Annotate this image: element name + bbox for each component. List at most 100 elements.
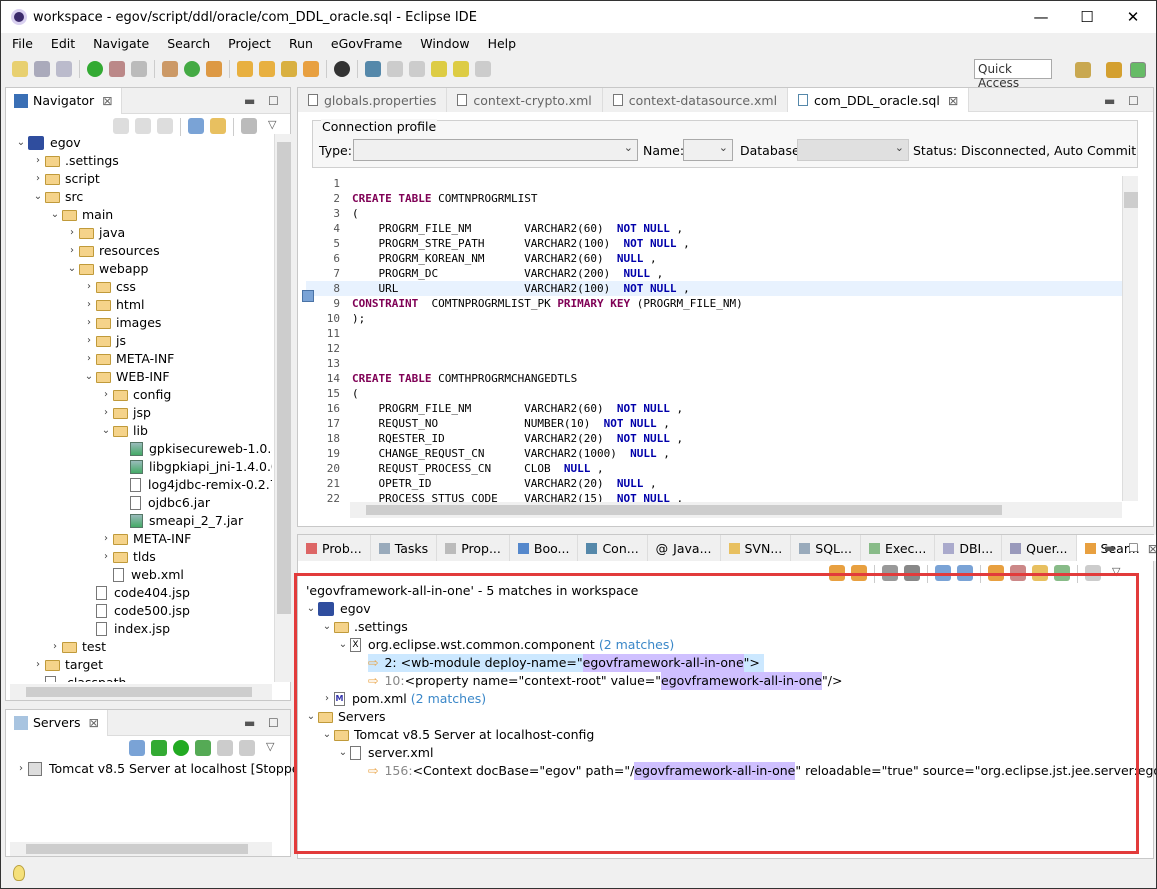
menu-search[interactable]: Search: [156, 36, 217, 51]
tab-sql[interactable]: SQL...: [791, 535, 861, 561]
new-icon[interactable]: [12, 61, 28, 77]
navigator-item[interactable]: › target: [31, 656, 103, 674]
collapse-icon[interactable]: [129, 740, 145, 756]
minimize-icon[interactable]: ▬: [244, 716, 255, 730]
navigator-item[interactable]: › test: [48, 638, 106, 656]
tab-search[interactable]: Sear...⊠: [1076, 535, 1156, 561]
chevron-down-icon[interactable]: ⌄: [82, 368, 96, 386]
editor-hscrollbar[interactable]: [350, 502, 1122, 518]
tab-com-ddl-oracle[interactable]: com_DDL_oracle.sql ⊠: [788, 88, 970, 112]
type-select[interactable]: [353, 139, 638, 161]
tab-svn[interactable]: SVN...: [720, 535, 792, 561]
prev-annotation-icon[interactable]: [409, 61, 425, 77]
run-icon[interactable]: [184, 61, 200, 77]
tab-console[interactable]: Con...: [578, 535, 648, 561]
tab-properties[interactable]: Prop...: [437, 535, 510, 561]
navigator-item[interactable]: › html: [82, 296, 144, 314]
navigator-item[interactable]: › images: [82, 314, 161, 332]
chevron-right-icon[interactable]: ›: [82, 350, 96, 368]
navigator-item[interactable]: web.xml: [99, 566, 184, 584]
close-icon[interactable]: ⊠: [1148, 541, 1156, 556]
chevron-right-icon[interactable]: ›: [31, 656, 45, 674]
code-line[interactable]: 10);: [306, 311, 1122, 326]
code-line[interactable]: 19 CHANGE_REQUST_CN VARCHAR2(1000) NULL …: [306, 446, 1122, 461]
publish-icon[interactable]: [239, 740, 255, 756]
tab-tasks[interactable]: Tasks: [370, 535, 438, 561]
code-line[interactable]: 21 OPETR_ID VARCHAR2(20) NULL ,: [306, 476, 1122, 491]
link-with-editor-icon[interactable]: [210, 118, 226, 134]
chevron-right-icon[interactable]: ›: [31, 170, 45, 188]
navigator-item[interactable]: code404.jsp: [82, 584, 190, 602]
task-icon[interactable]: [303, 61, 319, 77]
next-annotation-icon[interactable]: [387, 61, 403, 77]
maximize-icon[interactable]: ☐: [1128, 541, 1139, 555]
chevron-right-icon[interactable]: ›: [99, 548, 113, 566]
navigator-item[interactable]: ⌄ webapp: [65, 260, 149, 278]
chevron-right-icon[interactable]: ›: [99, 404, 113, 422]
quick-access-field[interactable]: Quick Access: [974, 59, 1052, 90]
console-icon[interactable]: [365, 61, 381, 77]
navigator-item[interactable]: › META-INF: [99, 530, 191, 548]
back-icon[interactable]: [453, 61, 469, 77]
maximize-icon[interactable]: ☐: [268, 716, 279, 730]
navigator-item[interactable]: › jsp: [99, 404, 151, 422]
navigator-item[interactable]: smeapi_2_7.jar: [116, 512, 243, 530]
navigator-item[interactable]: gpkisecureweb-1.0.4.9.j: [116, 440, 272, 458]
navigator-item[interactable]: code500.jsp: [82, 602, 190, 620]
code-line[interactable]: 4 PROGRM_FILE_NM VARCHAR2(60) NOT NULL ,: [306, 221, 1122, 236]
debug-server-icon[interactable]: [151, 740, 167, 756]
tab-problems[interactable]: Prob...: [298, 535, 371, 561]
maximize-icon[interactable]: ☐: [1128, 94, 1139, 108]
menu-edit[interactable]: Edit: [40, 36, 82, 51]
filters-icon[interactable]: [241, 118, 257, 134]
code-line[interactable]: 3(: [306, 206, 1122, 221]
open-perspective-icon[interactable]: [1075, 62, 1091, 78]
navigator-item[interactable]: ojdbc6.jar: [116, 494, 210, 512]
last-edit-icon[interactable]: [431, 61, 447, 77]
menu-navigate[interactable]: Navigate: [82, 36, 156, 51]
debug-icon[interactable]: [87, 61, 103, 77]
maximize-button[interactable]: ☐: [1064, 1, 1110, 33]
code-line[interactable]: 12: [306, 341, 1122, 356]
code-line[interactable]: 16 PROGRM_FILE_NM VARCHAR2(60) NOT NULL …: [306, 401, 1122, 416]
navigator-item[interactable]: ⌄ main: [48, 206, 113, 224]
tab-javadoc[interactable]: @ Java...: [647, 535, 721, 561]
navigator-item[interactable]: › META-INF: [82, 350, 174, 368]
code-line[interactable]: 15 (: [306, 386, 1122, 401]
minimize-icon[interactable]: ▬: [244, 94, 255, 108]
name-select[interactable]: [683, 139, 733, 161]
editor-vscrollbar[interactable]: [1122, 176, 1138, 501]
code-line[interactable]: 1: [306, 176, 1122, 191]
chevron-right-icon[interactable]: ›: [99, 386, 113, 404]
navigator-item[interactable]: index.jsp: [82, 620, 170, 638]
minimize-icon[interactable]: ▬: [1104, 541, 1115, 555]
navigator-item[interactable]: ⌄ egov: [14, 134, 81, 152]
save-icon[interactable]: [34, 61, 50, 77]
tab-dbi[interactable]: DBI...: [935, 535, 1003, 561]
chevron-right-icon[interactable]: ›: [14, 760, 28, 778]
tab-servers[interactable]: Servers ⊠: [6, 709, 108, 736]
chevron-down-icon[interactable]: ⌄: [48, 206, 62, 224]
menu-help[interactable]: Help: [477, 36, 524, 51]
tab-context-crypto[interactable]: context-crypto.xml: [447, 88, 603, 112]
code-line[interactable]: 17 REQUST_NO NUMBER(10) NOT NULL ,: [306, 416, 1122, 431]
chevron-right-icon[interactable]: ›: [82, 314, 96, 332]
navigator-item[interactable]: › config: [99, 386, 171, 404]
chevron-right-icon[interactable]: ›: [65, 242, 79, 260]
build-icon[interactable]: [162, 61, 178, 77]
navigator-item[interactable]: › java: [65, 224, 125, 242]
navigator-item[interactable]: .classpath: [31, 674, 126, 682]
code-line[interactable]: 20 REQUST_PROCESS_CN CLOB NULL ,: [306, 461, 1122, 476]
collapse-all-icon[interactable]: [188, 118, 204, 134]
java-ee-perspective-icon[interactable]: [1106, 62, 1122, 78]
navigator-item[interactable]: › js: [82, 332, 126, 350]
code-line[interactable]: 14 CREATE TABLE COMTHPROGRMCHANGEDTLS: [306, 371, 1122, 386]
bookmark-marker-icon[interactable]: [302, 290, 314, 302]
chevron-right-icon[interactable]: ›: [82, 332, 96, 350]
nav-back-icon[interactable]: [113, 118, 129, 134]
navigator-item[interactable]: › resources: [65, 242, 160, 260]
code-line[interactable]: 13: [306, 356, 1122, 371]
close-icon[interactable]: ⊠: [89, 715, 99, 730]
servers-hscrollbar[interactable]: [10, 842, 272, 856]
code-line[interactable]: 7 PROGRM_DC VARCHAR2(200) NULL ,: [306, 266, 1122, 281]
